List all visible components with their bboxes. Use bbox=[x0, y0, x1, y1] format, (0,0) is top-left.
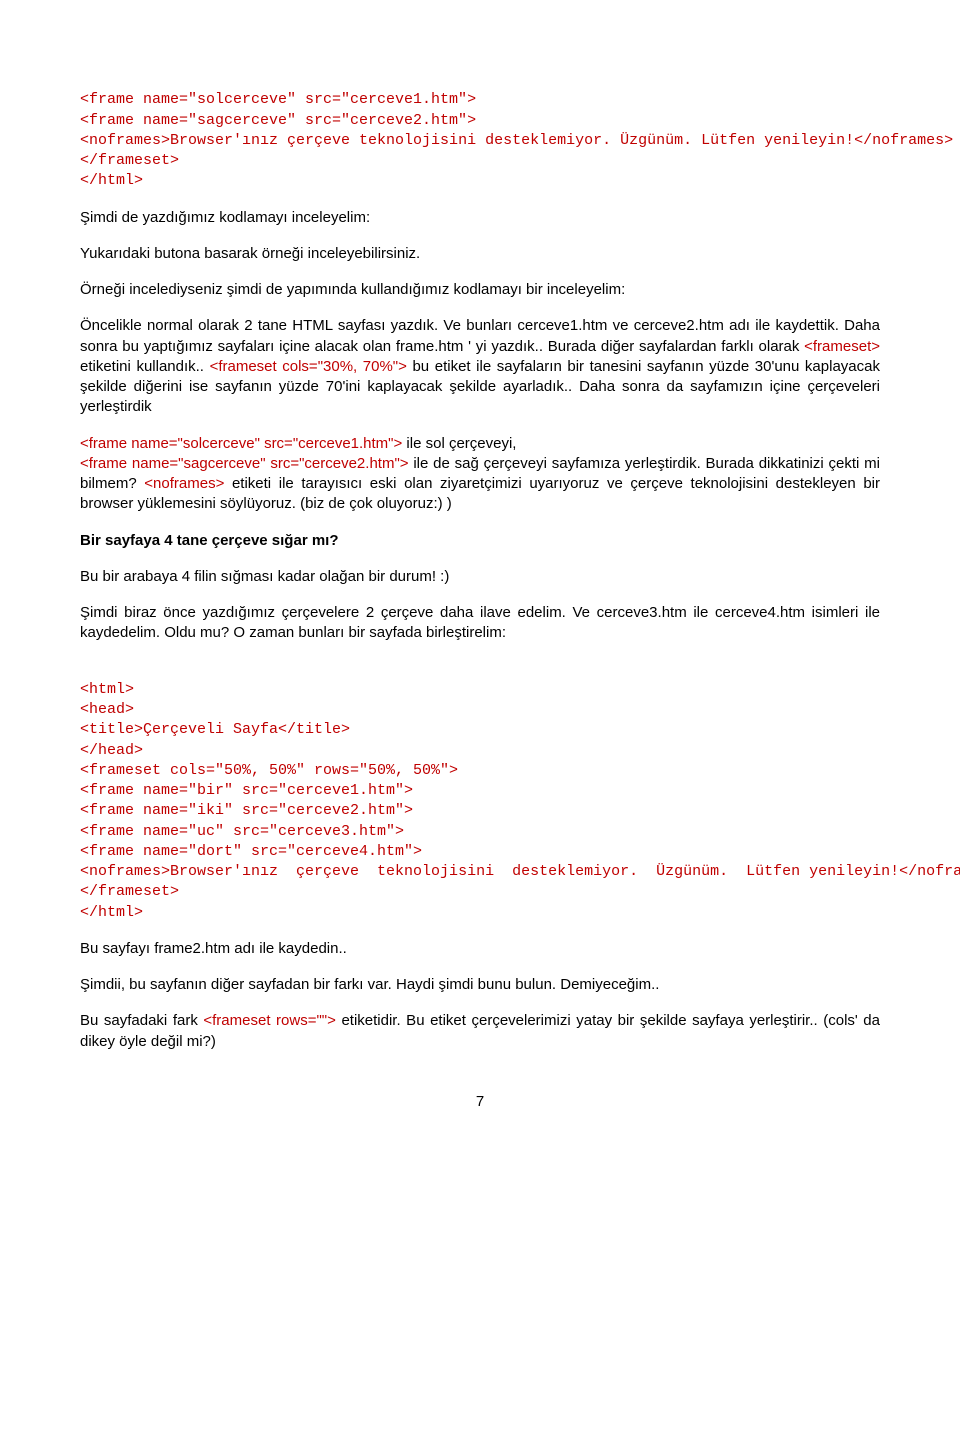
text: etiketini kullandık.. bbox=[80, 358, 210, 375]
code-line: </head> bbox=[80, 742, 143, 759]
paragraph: Örneği incelediyseniz şimdi de yapımında… bbox=[80, 280, 880, 300]
code-line: <noframes> bbox=[80, 132, 170, 149]
paragraph: Şimdi biraz önce yazdığımız çerçevelere … bbox=[80, 603, 880, 644]
code-line: </html> bbox=[80, 172, 143, 189]
code-line: <frame name="dort" src="cerceve4.htm"> bbox=[80, 843, 422, 860]
heading: Bir sayfaya 4 tane çerçeve sığar mı? bbox=[80, 531, 880, 551]
page-number: 7 bbox=[80, 1092, 880, 1112]
code-line: </frameset> bbox=[80, 152, 179, 169]
code-text: Browser'ınız çerçeve teknolojisini deste… bbox=[170, 132, 854, 149]
paragraph: Bu bir arabaya 4 filin sığması kadar ola… bbox=[80, 567, 880, 587]
paragraph: Şimdi de yazdığımız kodlamayı inceleyeli… bbox=[80, 208, 880, 228]
paragraph: Yukarıdaki butona basarak örneği inceley… bbox=[80, 244, 880, 264]
code-line: <frameset cols="50%, 50%" rows="50%, 50%… bbox=[80, 762, 458, 779]
text: Bu sayfadaki fark bbox=[80, 1012, 203, 1029]
code-line: <title>Çerçeveli Sayfa</title> bbox=[80, 721, 350, 738]
code-line: <frame name="uc" src="cerceve3.htm"> bbox=[80, 823, 404, 840]
code-line: <frame name="sagcerceve" src="cerceve2.h… bbox=[80, 112, 476, 129]
code-line: <head> bbox=[80, 701, 134, 718]
code-text: Browser'ınız çerçeve teknolojisini deste… bbox=[170, 863, 899, 880]
inline-code: <frameset cols="30%, 70%"> bbox=[210, 358, 407, 375]
code-line: </html> bbox=[80, 904, 143, 921]
code-line: </frameset> bbox=[80, 883, 179, 900]
paragraph: Bu sayfayı frame2.htm adı ile kaydedin.. bbox=[80, 939, 880, 959]
code-line: <frame name="bir" src="cerceve1.htm"> bbox=[80, 782, 413, 799]
code-line: <noframes> bbox=[80, 863, 170, 880]
code-line: <frame name="iki" src="cerceve2.htm"> bbox=[80, 802, 413, 819]
code-block-1: <frame name="solcerceve" src="cerceve1.h… bbox=[80, 70, 880, 192]
paragraph: <frame name="solcerceve" src="cerceve1.h… bbox=[80, 434, 880, 515]
text: ile sol çerçeveyi, bbox=[402, 435, 516, 452]
text: Öncelikle normal olarak 2 tane HTML sayf… bbox=[80, 317, 880, 354]
inline-code: <frameset> bbox=[804, 338, 880, 355]
code-line: </noframes> bbox=[854, 132, 953, 149]
inline-code: <noframes> bbox=[144, 475, 224, 492]
code-line: <frame name="solcerceve" src="cerceve1.h… bbox=[80, 91, 476, 108]
code-block-2: <html> <head> <title>Çerçeveli Sayfa</ti… bbox=[80, 660, 880, 923]
code-line: </noframes> bbox=[899, 863, 960, 880]
paragraph: Bu sayfadaki fark <frameset rows=""> eti… bbox=[80, 1011, 880, 1052]
inline-code: <frame name="solcerceve" src="cerceve1.h… bbox=[80, 435, 402, 452]
inline-code: <frame name="sagcerceve" src="cerceve2.h… bbox=[80, 455, 409, 472]
paragraph: Öncelikle normal olarak 2 tane HTML sayf… bbox=[80, 316, 880, 417]
inline-code: <frameset rows=""> bbox=[203, 1012, 336, 1029]
paragraph: Şimdii, bu sayfanın diğer sayfadan bir f… bbox=[80, 975, 880, 995]
code-line: <html> bbox=[80, 681, 134, 698]
